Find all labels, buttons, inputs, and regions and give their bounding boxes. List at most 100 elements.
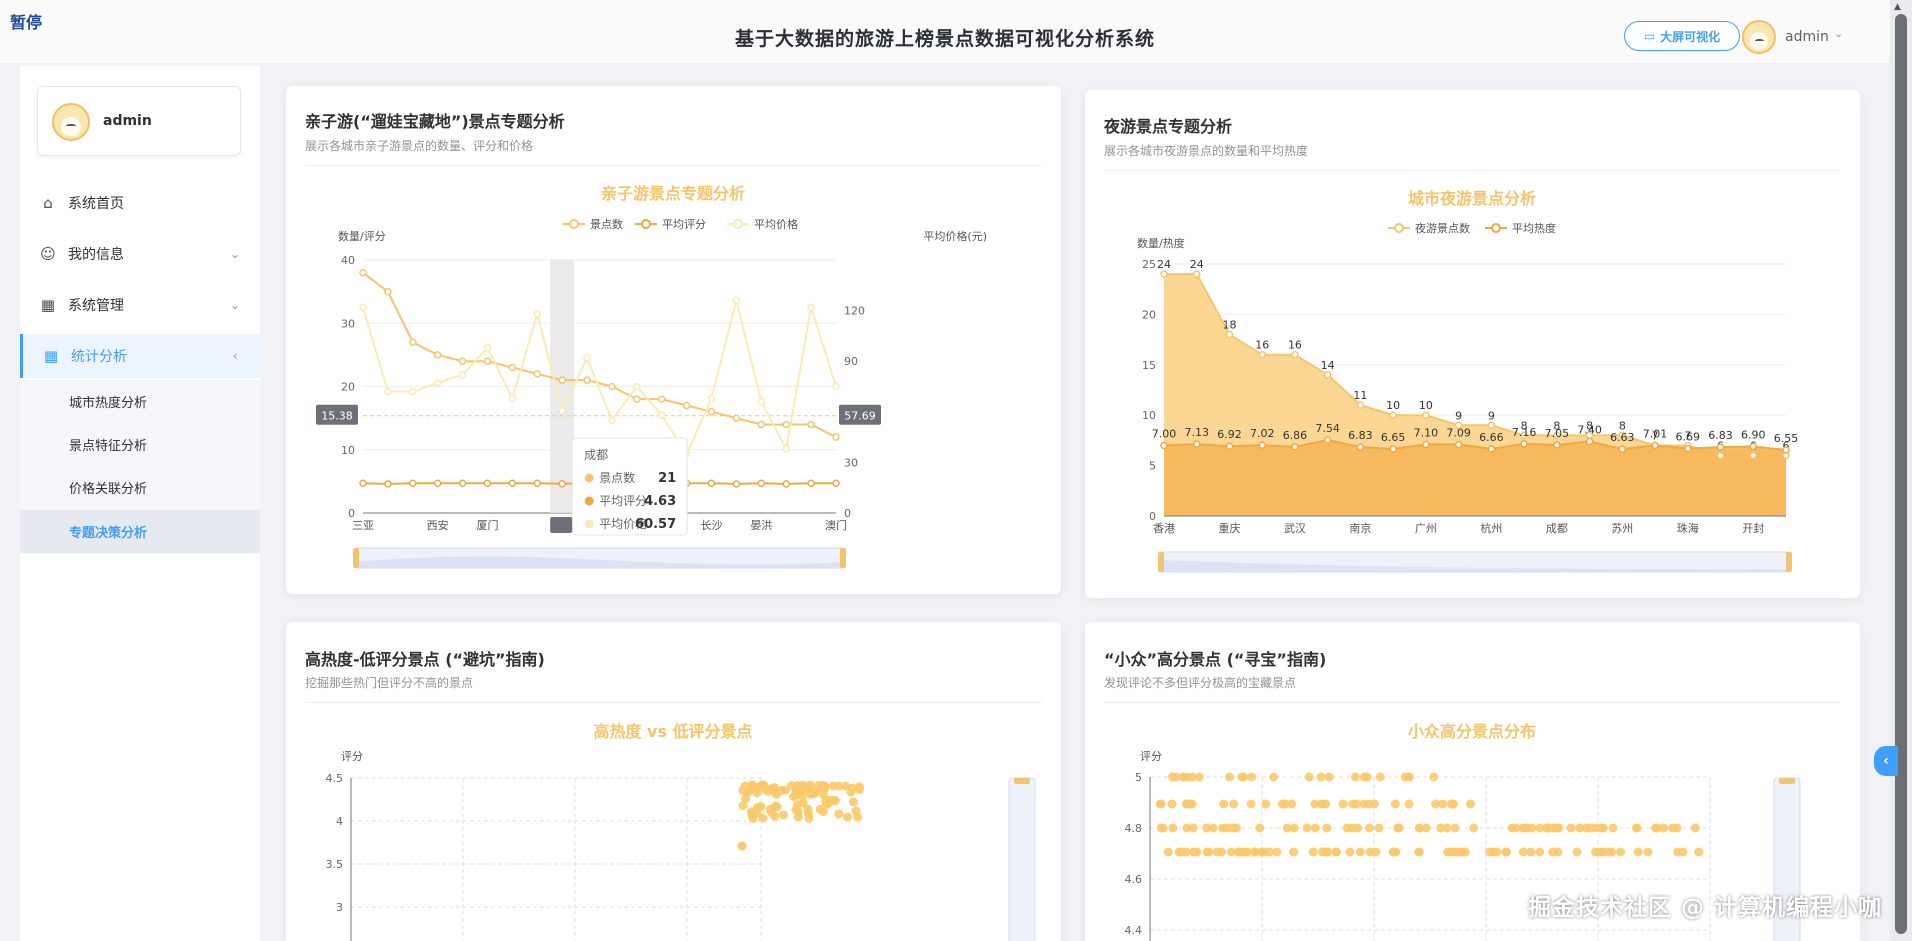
data-point [608, 382, 616, 391]
sidebar-item-system-management[interactable]: ▦ 系统管理 ⌄ [20, 283, 260, 327]
x-tick-label: 香港 [1153, 522, 1175, 535]
sidebar-subitem-label: 价格关联分析 [69, 482, 148, 497]
x-tick-label: 晏洪 [750, 518, 772, 532]
scatter-point [834, 781, 844, 791]
data-label: 9 [1455, 409, 1462, 422]
data-point [483, 357, 492, 365]
data-label: 7.10 [1414, 426, 1439, 439]
y-tick-label: 4.5 [326, 772, 344, 785]
legend-marker [641, 219, 651, 229]
data-point [707, 408, 716, 416]
data-label: 9 [1488, 409, 1495, 422]
data-point [832, 433, 840, 441]
data-point [1422, 440, 1430, 449]
chevron-down-icon: ⌄ [230, 247, 241, 261]
scroll-up-arrow-icon[interactable]: ▲ [1894, 2, 1901, 12]
scatter-point [1225, 772, 1235, 782]
scatter-point [1553, 847, 1563, 857]
card-title: 夜游景点专题分析 [1104, 117, 1233, 136]
data-point [807, 420, 815, 429]
scatter-point [1345, 847, 1355, 857]
x-tick-label: 澳门 [825, 518, 847, 532]
chevron-down-icon[interactable]: ⌄ [1834, 27, 1843, 40]
data-point [1618, 445, 1627, 453]
data-point [807, 479, 815, 488]
scatter-point [1316, 772, 1326, 782]
night-tour-area-chart[interactable]: 城市夜游景点分析夜游景点数 平均热度数量/热度0510152025 24 241816… [1104, 180, 1841, 585]
data-label: 16 [1288, 339, 1302, 352]
scatter-point [1374, 823, 1384, 833]
sidebar-item-label: 系统首页 [68, 196, 124, 212]
sidebar-subitem-spot-features[interactable]: 景点特征分析 [20, 423, 260, 466]
high-heat-low-score-scatter[interactable]: 高热度 vs 低评分景点评分 4.5 4 3.5 3 [305, 712, 1042, 941]
data-label: 7.05 [1545, 427, 1570, 440]
scatter-point [1526, 847, 1536, 857]
scatter-point [1421, 823, 1431, 833]
data-point [1454, 440, 1463, 449]
scatter-point [1269, 772, 1279, 782]
scatter-point [1690, 823, 1700, 833]
data-label: 7.16 [1512, 426, 1537, 439]
data-point [409, 479, 417, 488]
collapse-toggle-button[interactable]: ‹ [1874, 746, 1898, 776]
data-point [433, 479, 442, 488]
data-point [757, 479, 766, 488]
data-point [1520, 440, 1528, 448]
page-scrollbar-thumb[interactable] [1895, 14, 1907, 934]
y-tick-label: 5 [1149, 460, 1156, 473]
data-point [832, 382, 840, 391]
scatter-point [1431, 799, 1441, 809]
data-point [1160, 441, 1168, 450]
card-subtitle: 展示各城市夜游景点的数量和平均热度 [1104, 144, 1309, 158]
legend-label: 景点数 [590, 218, 623, 231]
legend-label: 平均热度 [1512, 221, 1556, 235]
card-title: 亲子游(“遛娃宝藏地”)景点专题分析 [305, 112, 565, 131]
data-point [558, 376, 566, 384]
y-tick-label: 3.5 [326, 858, 344, 871]
sidebar-subitem-price-correlation[interactable]: 价格关联分析 [20, 466, 260, 509]
scatter-point [1310, 823, 1320, 833]
scatter-point [1633, 847, 1643, 857]
scatter-point [1194, 772, 1204, 782]
data-point [433, 379, 442, 387]
scatter-point [1320, 847, 1330, 857]
data-point [707, 394, 716, 403]
sidebar-item-label: 我的信息 [68, 247, 124, 263]
sidebar-item-statistics[interactable]: ▦ 统计分析 ‹ [20, 334, 260, 378]
scatter-point [798, 798, 808, 808]
scatter-point [814, 780, 824, 790]
scatter-point [737, 841, 747, 851]
scatter-point [1442, 823, 1452, 833]
scatter-point [1187, 799, 1197, 809]
x-tick-label: 广州 [1415, 522, 1437, 535]
sidebar-item-my-info[interactable]: ☺ 我的信息 ⌄ [20, 232, 260, 276]
scatter-point [1535, 847, 1545, 857]
data-label: 24 [1190, 258, 1204, 271]
scatter-point [1321, 799, 1331, 809]
y-tick-label: 10 [1142, 409, 1156, 422]
scatter-point [1393, 823, 1403, 833]
scatter-point [1388, 847, 1398, 857]
scatter-point [1511, 823, 1521, 833]
y-tick-label: 4 [336, 815, 343, 828]
scatter-point [747, 780, 757, 790]
data-label: 6.69 [1676, 431, 1701, 444]
avatar[interactable] [1742, 20, 1776, 54]
data-label: 7.40 [1577, 423, 1602, 436]
scatter-point [1673, 847, 1683, 857]
data-point [732, 296, 741, 305]
data-label: 6.86 [1283, 429, 1308, 442]
x-tick-label: 珠海 [1677, 521, 1699, 535]
sidebar-subitem-decision[interactable]: 专题决策分析 [20, 510, 260, 553]
scatter-point [1204, 847, 1214, 857]
bigscreen-button[interactable]: ▭ 大屏可视化 [1624, 21, 1740, 51]
data-label: 6.92 [1217, 428, 1242, 441]
sidebar-subitem-city-heat[interactable]: 城市热度分析 [20, 380, 260, 423]
data-label: 10 [1419, 399, 1433, 412]
header-username[interactable]: admin [1785, 29, 1829, 45]
scatter-point [1190, 847, 1200, 857]
scatter-point [1219, 799, 1229, 809]
family-trip-line-chart[interactable]: 亲子游景点专题分析景点数 平均评分 平均价格数量/评分 平均价格(元)0 0103020… [305, 176, 1042, 581]
sidebar-item-home[interactable]: ⌂ 系统首页 [20, 181, 260, 225]
scatter-point [1365, 823, 1375, 833]
